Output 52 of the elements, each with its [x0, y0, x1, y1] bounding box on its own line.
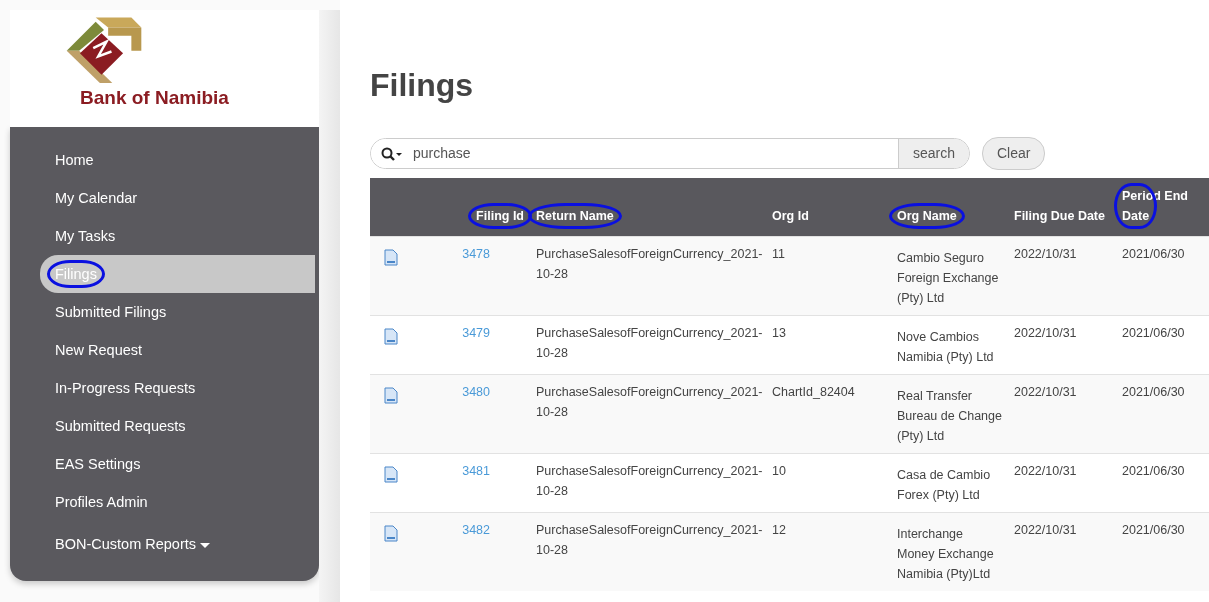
table-cell: Nove Cambios Namibia (Pty) Ltd	[891, 315, 1008, 375]
table-cell: 2021/06/30	[1116, 236, 1209, 316]
table-cell: 13	[766, 315, 891, 375]
column-header[interactable]: Filing Id	[430, 178, 530, 237]
table-cell: Casa de Cambio Forex (Pty) Ltd	[891, 453, 1008, 513]
sidebar-item[interactable]: Submitted Requests	[40, 407, 315, 445]
table-cell: 10	[766, 453, 891, 513]
table-cell: 2021/06/30	[1116, 315, 1209, 375]
table-cell: Interchange Money Exchange Namibia (Pty)Ltd	[891, 512, 1008, 592]
document-icon[interactable]	[384, 524, 398, 542]
table-cell: 2022/10/31	[1008, 315, 1116, 375]
column-header[interactable]: Return Name	[530, 178, 766, 237]
table-cell: PurchaseSalesofForeignCurrency_2021-10-28	[530, 512, 766, 592]
document-icon[interactable]	[384, 248, 398, 266]
sidebar-item[interactable]: My Calendar	[40, 179, 315, 217]
table-cell: 2022/10/31	[1008, 374, 1116, 454]
table-cell: 2022/10/31	[1008, 512, 1116, 592]
sidebar-item[interactable]: Submitted Filings	[40, 293, 315, 331]
sidebar-item[interactable]: My Tasks	[40, 217, 315, 255]
sidebar-item[interactable]: In-Progress Requests	[40, 369, 315, 407]
table-cell: 2021/06/30	[1116, 512, 1209, 592]
column-header[interactable]: Org Name	[891, 178, 1008, 237]
table-cell: Cambio Seguro Foreign Exchange (Pty) Ltd	[891, 236, 1008, 316]
table-cell: ChartId_82404	[766, 374, 891, 454]
document-icon[interactable]	[384, 327, 398, 345]
table-cell: 12	[766, 512, 891, 592]
column-header[interactable]: Org Id	[766, 178, 891, 237]
clear-button[interactable]: Clear	[982, 137, 1046, 171]
table-cell: 2022/10/31	[1008, 453, 1116, 513]
document-icon[interactable]	[384, 465, 398, 483]
table-cell: 2022/10/31	[1008, 236, 1116, 316]
page-title: Filings	[370, 66, 475, 105]
table-cell: PurchaseSalesofForeignCurrency_2021-10-28	[530, 374, 766, 454]
search-field[interactable]: purchase search	[370, 138, 970, 170]
table-cell: 11	[766, 236, 891, 316]
table-cell: PurchaseSalesofForeignCurrency_2021-10-28	[530, 315, 766, 375]
table-cell: 2021/06/30	[1116, 453, 1209, 513]
table-cell: PurchaseSalesofForeignCurrency_2021-10-28	[530, 453, 766, 513]
sidebar-item[interactable]: Home	[40, 141, 315, 179]
sidebar-item[interactable]: New Request	[40, 331, 315, 369]
document-icon[interactable]	[384, 386, 398, 404]
table-cell: PurchaseSalesofForeignCurrency_2021-10-28	[530, 236, 766, 316]
table-cell: 2021/06/30	[1116, 374, 1209, 454]
sidebar-item[interactable]: BON-Custom Reports	[40, 525, 315, 563]
search-button[interactable]: search	[897, 139, 969, 169]
caret-icon	[200, 542, 210, 548]
sidebar-item[interactable]: Profiles Admin	[40, 483, 315, 521]
brand-name: Bank of Namibia	[80, 88, 229, 107]
table-cell: Real Transfer Bureau de Change (Pty) Ltd	[891, 374, 1008, 454]
sidebar-item[interactable]: EAS Settings	[40, 445, 315, 483]
column-header[interactable]: Filing Due Date	[1008, 178, 1116, 237]
search-icon	[381, 146, 403, 161]
